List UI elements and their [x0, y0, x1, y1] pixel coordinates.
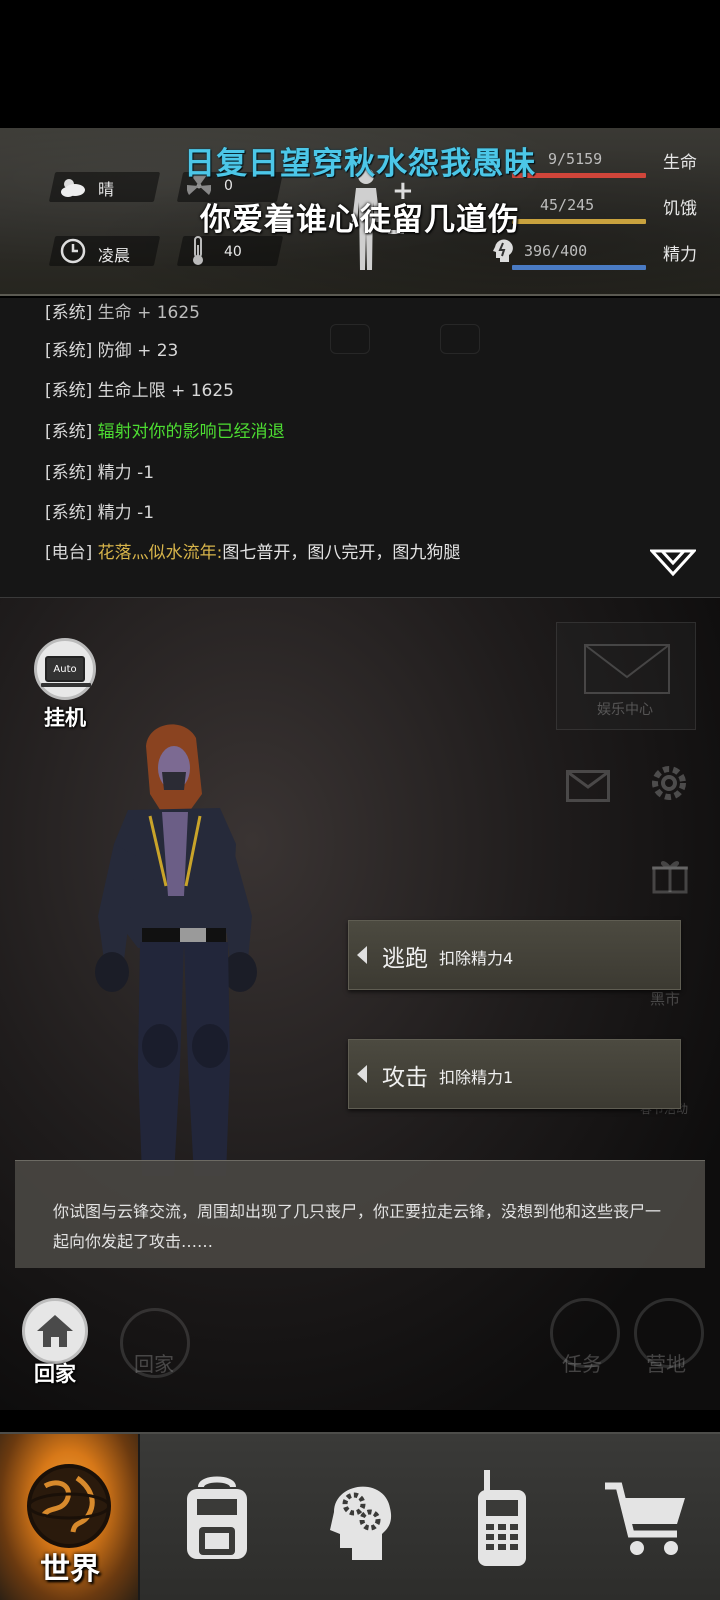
go-home-label: 回家	[34, 1362, 76, 1386]
clock-icon	[58, 236, 88, 266]
expand-log-chevron-icon[interactable]	[648, 548, 698, 578]
backpack-icon	[187, 1476, 247, 1559]
enemy-character[interactable]	[88, 716, 278, 1186]
attack-label: 攻击	[382, 1065, 428, 1091]
energy-label: 精力	[663, 245, 697, 265]
tab-shop[interactable]	[572, 1434, 720, 1600]
camp-label: 营地	[646, 1352, 686, 1376]
attack-button[interactable]: 攻击 扣除精力1	[348, 1039, 681, 1109]
flee-label: 逃跑	[382, 946, 428, 972]
auto-idle-button[interactable]: Auto 挂机	[34, 638, 96, 732]
energy-bar	[512, 265, 646, 270]
tab-backpack[interactable]	[142, 1434, 292, 1600]
ghost-ui	[440, 324, 480, 354]
auto-idle-label: 挂机	[44, 706, 86, 730]
log-entry: [系统] 防御 + 23	[45, 341, 179, 361]
lyric-line-1: 日复日望穿秋水怨我愚昧	[184, 146, 536, 182]
tab-radio[interactable]	[432, 1434, 572, 1600]
log-entry: [系统] 辐射对你的影响已经消退	[45, 422, 285, 442]
flee-button[interactable]: 逃跑 扣除精力4	[348, 920, 681, 990]
left-arrow-icon	[357, 946, 367, 964]
bottom-nav: 世界	[0, 1432, 720, 1600]
log-entry: [电台] 花落灬似水流年:图七普开，图八完开，图九狗腿	[45, 543, 461, 563]
mail-icon[interactable]	[566, 770, 610, 802]
world-label: 世界	[40, 1552, 100, 1587]
world-globe-icon	[27, 1464, 111, 1548]
settings-gear-icon[interactable]	[646, 760, 692, 806]
entertainment-center-label: 娱乐中心	[597, 702, 653, 718]
message-log[interactable]: [系统] 生命 + 1625 [系统] 防御 + 23 [系统] 生命上限 + …	[0, 298, 720, 598]
gift-icon[interactable]	[650, 854, 690, 894]
task-label: 任务	[562, 1352, 602, 1376]
go-home-button[interactable]: 回家	[22, 1298, 88, 1388]
black-market-label[interactable]: 黑市	[650, 988, 680, 1009]
lyric-line-2: 你爱着谁心徒留几道伤	[200, 202, 520, 238]
left-arrow-icon	[357, 1065, 367, 1083]
auto-laptop-icon: Auto	[34, 638, 96, 700]
thermometer-icon	[188, 234, 208, 268]
tab-skills[interactable]	[292, 1434, 432, 1600]
flee-cost: 扣除精力4	[439, 949, 514, 968]
auto-icon-text: Auto	[53, 663, 77, 675]
faint-home-label: 回家	[134, 1352, 174, 1376]
shop-cart-icon	[605, 1482, 685, 1555]
log-entry: [系统] 生命上限 + 1625	[45, 381, 234, 401]
log-entry: [系统] 精力 -1	[45, 503, 155, 523]
story-text: 你试图与云锋交流，周围却出现了几只丧尸，你正要拉走云锋，没想到他和这些丧尸一起向…	[53, 1202, 662, 1251]
entertainment-center-frame: 娱乐中心	[556, 622, 696, 730]
radio-icon	[478, 1470, 526, 1566]
time-of-day-text: 凌晨	[98, 246, 131, 265]
log-entry: [系统] 精力 -1	[45, 463, 155, 483]
temperature-value: 40	[224, 244, 242, 260]
tab-world[interactable]: 世界	[0, 1434, 140, 1600]
energy-value: 396/400	[524, 242, 588, 260]
home-icon	[22, 1298, 88, 1364]
battle-scene: 娱乐中心 黑市 春节活动 Auto 挂机 逃跑 扣除精力4 攻击 扣除精力1 回…	[0, 598, 720, 1410]
story-dialog[interactable]: 你试图与云锋交流，周围却出现了几只丧尸，你正要拉走云锋，没想到他和这些丧尸一起向…	[15, 1160, 705, 1268]
ghost-ui	[330, 324, 370, 354]
log-entry: [系统] 生命 + 1625	[45, 303, 200, 323]
attack-cost: 扣除精力1	[439, 1068, 514, 1087]
skills-head-icon	[330, 1486, 392, 1560]
